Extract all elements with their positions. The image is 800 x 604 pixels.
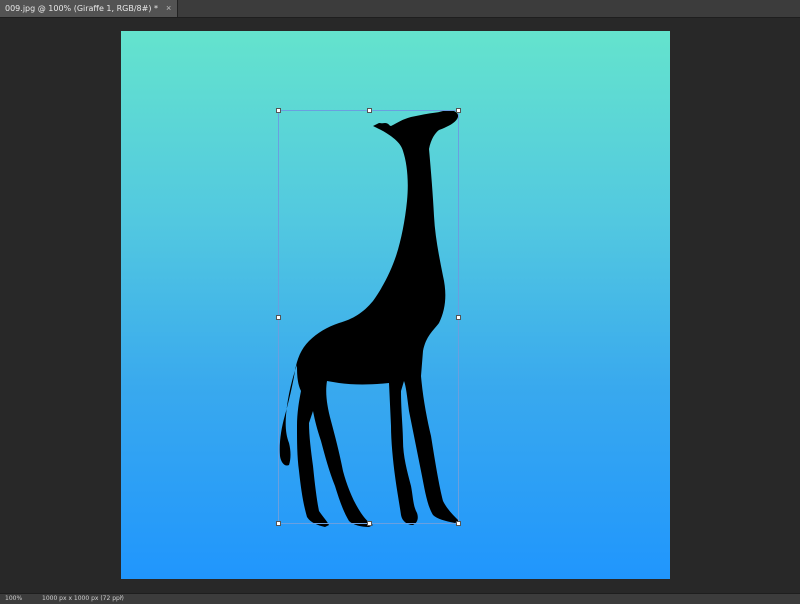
transform-handle-bottom-middle[interactable] <box>367 521 372 526</box>
transform-handle-top-middle[interactable] <box>367 108 372 113</box>
chevron-right-icon[interactable]: › <box>120 594 122 601</box>
document-tab-bar: 009.jpg @ 100% (Giraffe 1, RGB/8#) * × <box>0 0 800 18</box>
document-tab[interactable]: 009.jpg @ 100% (Giraffe 1, RGB/8#) * × <box>0 0 179 17</box>
transform-handle-top-right[interactable] <box>456 108 461 113</box>
transform-handle-bottom-left[interactable] <box>276 521 281 526</box>
document-info: 1000 px x 1000 px (72 ppi) <box>42 595 124 602</box>
zoom-level[interactable]: 100% <box>5 595 22 602</box>
transform-handle-middle-left[interactable] <box>276 315 281 320</box>
transform-handle-top-left[interactable] <box>276 108 281 113</box>
document-tab-title: 009.jpg @ 100% (Giraffe 1, RGB/8#) * <box>5 4 158 13</box>
workspace <box>0 18 800 593</box>
transform-handle-middle-right[interactable] <box>456 315 461 320</box>
transform-handle-bottom-right[interactable] <box>456 521 461 526</box>
photoshop-window: 009.jpg @ 100% (Giraffe 1, RGB/8#) * × 1… <box>0 0 800 604</box>
close-icon[interactable]: × <box>166 4 171 13</box>
transform-bounding-box[interactable] <box>276 108 461 526</box>
document-canvas[interactable] <box>121 31 670 579</box>
status-bar: 100% 1000 px x 1000 px (72 ppi) › <box>0 593 800 604</box>
